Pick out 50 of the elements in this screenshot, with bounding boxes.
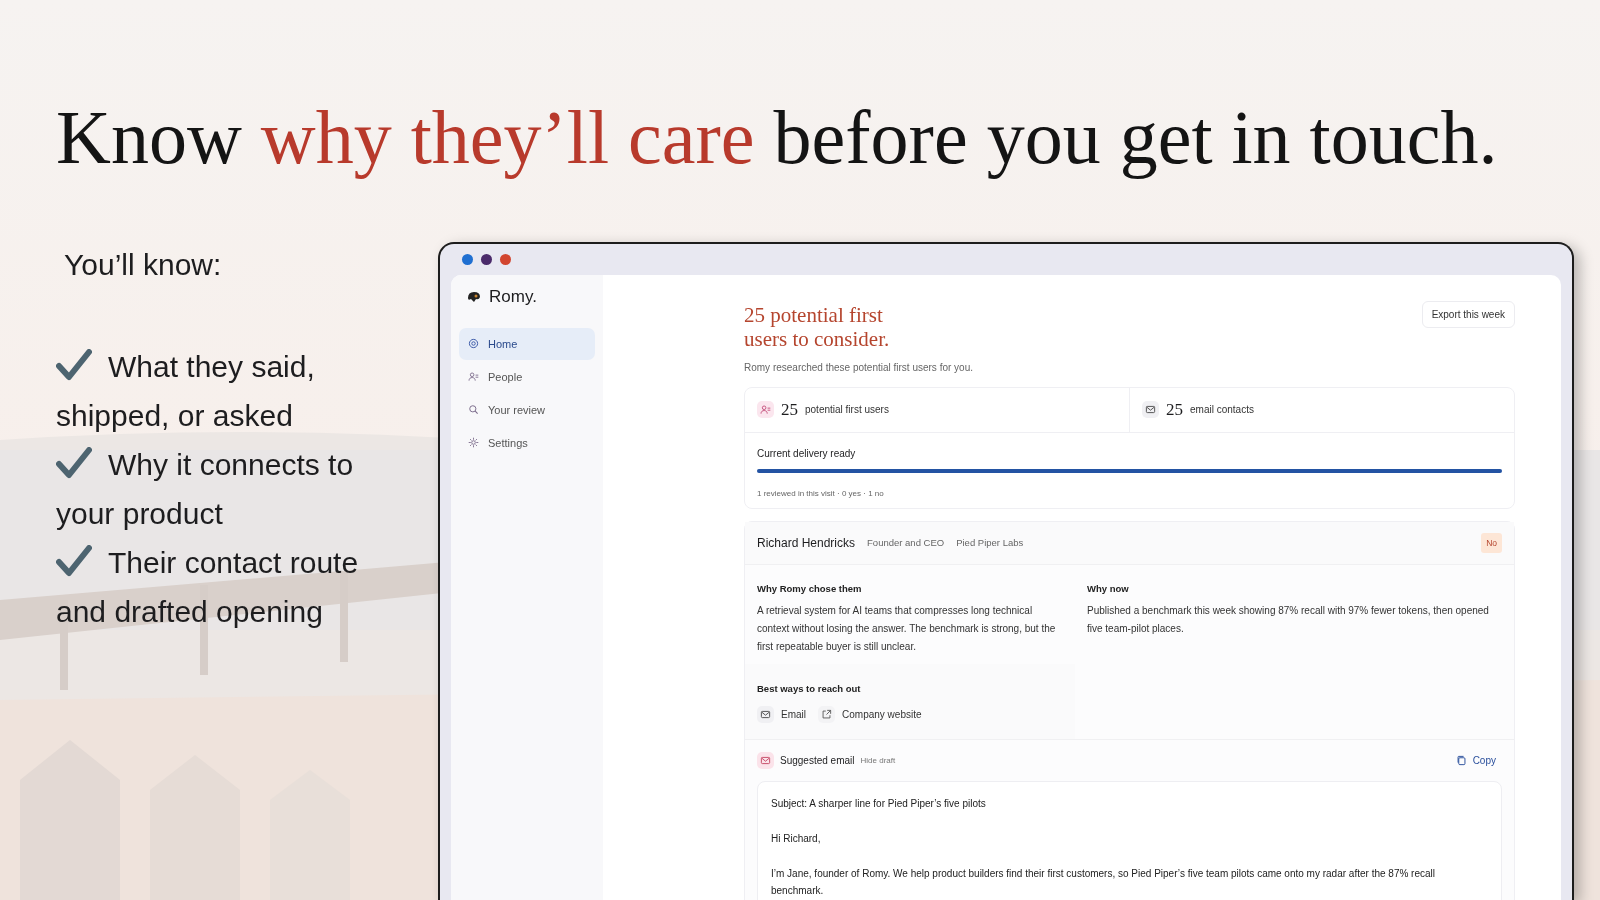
person-company: Pied Piper Labs	[956, 537, 1024, 549]
section-title: Best ways to reach out	[757, 682, 861, 694]
hide-draft-link[interactable]: Hide draft	[860, 755, 896, 765]
sidebar-item[interactable]: People	[459, 360, 595, 393]
section-title: Why now	[1087, 582, 1129, 594]
external-link-icon	[821, 708, 832, 720]
email-line: Hi Richard,	[771, 831, 822, 846]
search-icon	[468, 404, 479, 416]
check-icon	[56, 446, 92, 479]
delivery-note: 1 reviewed in this visit · 0 yes · 1 no	[757, 488, 884, 498]
sidebar-item[interactable]: Home	[459, 327, 595, 360]
mail-icon	[760, 708, 771, 720]
person-name: Richard Hendricks	[757, 535, 856, 550]
window-dot[interactable]	[481, 253, 492, 265]
section-title: Why Romy chose them	[757, 582, 862, 594]
contact-link[interactable]: Email	[757, 705, 806, 723]
window-dot[interactable]	[500, 253, 511, 265]
settings-icon	[468, 437, 479, 449]
brand-name: Romy.	[489, 286, 537, 307]
stat-label: potential first users	[805, 404, 889, 416]
email-line: Subject: A sharper line for Pied Piper’s five pilots	[771, 796, 987, 811]
contact-link[interactable]: Company website	[818, 705, 922, 723]
delivery-label: Current delivery ready	[757, 447, 856, 459]
sidebar-item[interactable]: Your review	[459, 393, 595, 426]
copy-icon	[1455, 754, 1467, 766]
email-title: Suggested email	[780, 754, 855, 766]
check-icon	[56, 544, 92, 577]
people-icon	[468, 371, 479, 383]
benefit-item: What they said, shipped, or asked	[56, 347, 316, 434]
email-line: I’m Jane, founder of Romy. We help product builders find their first customers, so Pied Piper’s five team pilots came onto my radar after the 87% recall benchmark.	[771, 866, 1436, 898]
page-title: 25 potential first users to consider.	[744, 302, 891, 352]
person-role: Founder and CEO	[867, 537, 945, 549]
headline: Know why they’ll care before you get in touch.	[56, 96, 1498, 180]
sidebar-item[interactable]: Settings	[459, 426, 595, 459]
export-button[interactable]: Export this week	[1421, 300, 1515, 328]
logo-icon	[467, 290, 481, 303]
stat-value: 25	[1166, 399, 1183, 420]
stat-label: email contacts	[1190, 404, 1254, 416]
benefits-title: You’ll know:	[64, 247, 222, 282]
benefit-item: Their contact route and drafted opening	[56, 543, 360, 630]
page-subtitle: Romy researched these potential first users for you.	[744, 361, 973, 373]
stat-value: 25	[781, 399, 798, 420]
benefit-item: Why it connects to your product	[56, 445, 355, 532]
target-icon	[468, 338, 479, 350]
section-text: A retrieval system for AI teams that compresses long technical context without losing the answer. The benchmark is strong, but the first repeatable buyer is still unclear.	[757, 603, 1057, 654]
copy-button[interactable]: Copy	[1449, 753, 1502, 767]
check-icon	[56, 348, 92, 381]
section-text: Published a benchmark this week showing 87% recall with 97% fewer tokens, then opened five team-pilot places.	[1087, 603, 1490, 636]
verdict-badge: No	[1481, 532, 1502, 553]
window-dot[interactable]	[462, 253, 473, 265]
